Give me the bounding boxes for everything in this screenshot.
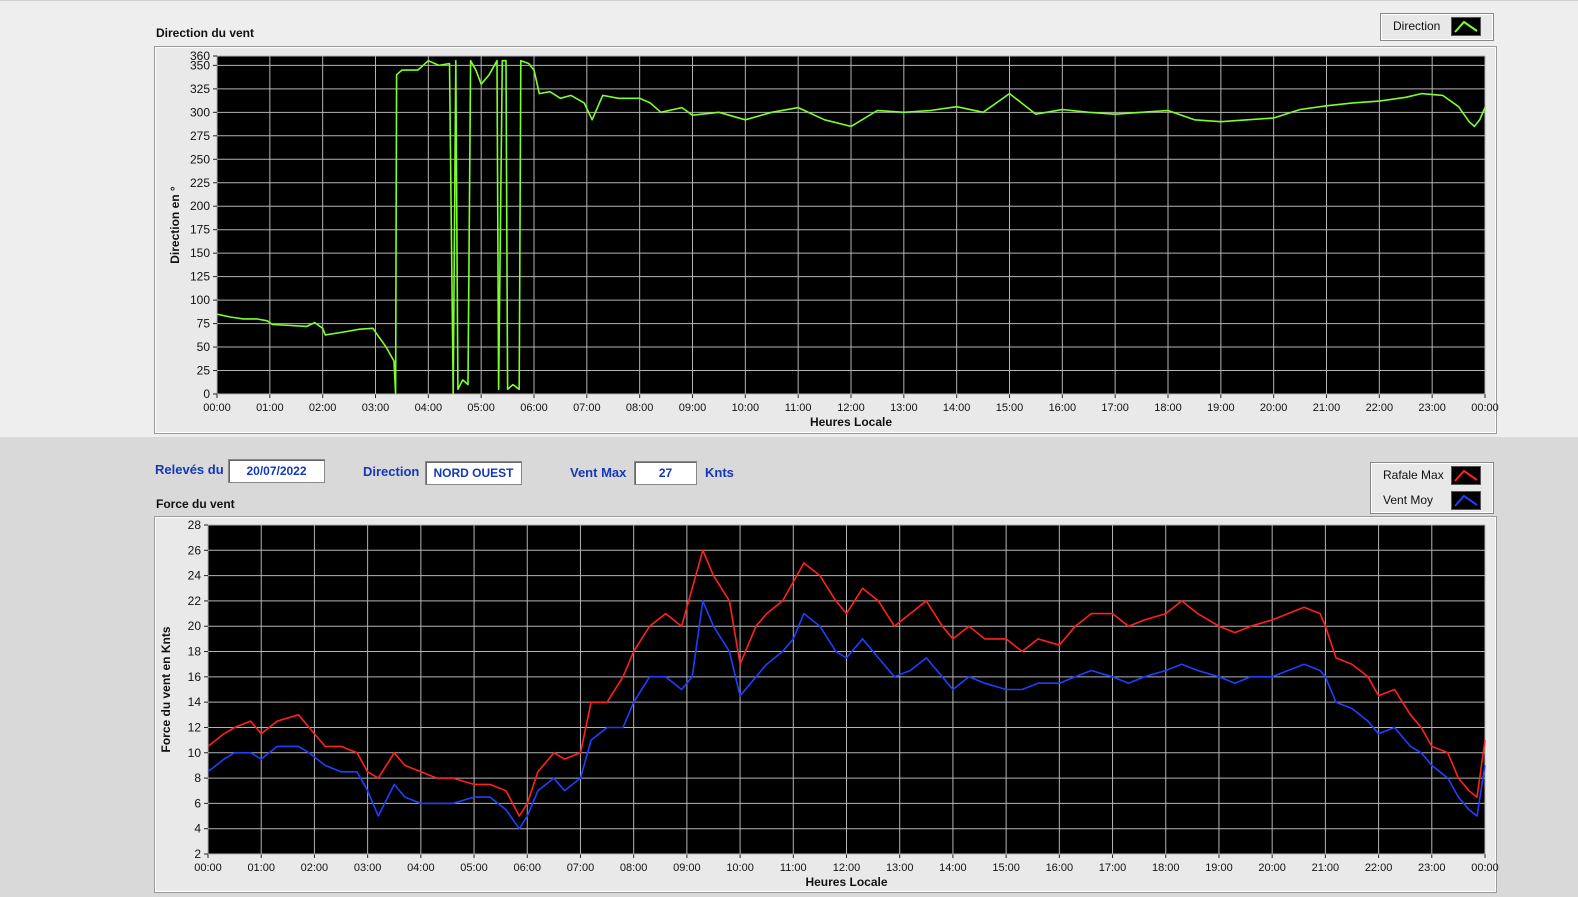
force-x-tick-label: 06:00 — [513, 862, 541, 874]
force-x-tick-label: 20:00 — [1258, 862, 1286, 874]
force-x-tick-label: 16:00 — [1046, 862, 1074, 874]
legend-label-ventmoy: Vent Moy — [1383, 493, 1434, 507]
legend-swatch-rafale — [1451, 466, 1481, 485]
force-x-axis-label: Heures Locale — [805, 875, 887, 889]
force-x-tick-label: 05:00 — [460, 862, 488, 874]
legend-swatch-ventmoy — [1451, 491, 1481, 510]
force-x-tick-label: 15:00 — [992, 862, 1020, 874]
force-x-tick-label: 18:00 — [1152, 862, 1180, 874]
force-x-tick-label: 23:00 — [1418, 862, 1446, 874]
force-x-tick-label: 04:00 — [407, 862, 435, 874]
force-y-tick-label: 10 — [188, 746, 202, 760]
force-x-tick-label: 11:00 — [780, 862, 807, 874]
force-x-tick-label: 12:00 — [833, 862, 861, 874]
force-y-tick-label: 22 — [188, 594, 202, 608]
force-x-tick-label: 10:00 — [726, 862, 754, 874]
legend-label-rafale: Rafale Max — [1383, 468, 1444, 482]
force-y-tick-label: 16 — [188, 670, 202, 684]
force-x-tick-label: 17:00 — [1099, 862, 1127, 874]
force-y-tick-label: 14 — [188, 695, 202, 709]
legend-item-rafale: Rafale Max — [1371, 463, 1493, 487]
force-chart: 00:00 01:00 02:00 03:00 04:00 05:00 06:00 07:00… — [159, 518, 1499, 889]
force-y-tick-label: 20 — [188, 619, 202, 633]
force-y-tick-label: 12 — [188, 720, 202, 734]
force-y-tick-label: 26 — [188, 543, 202, 557]
force-y-tick-label: 28 — [188, 518, 202, 532]
force-x-tick-label: 14:00 — [939, 862, 967, 874]
force-y-tick-label: 6 — [194, 796, 201, 810]
force-y-tick-label: 4 — [194, 822, 201, 836]
force-x-tick-label: 07:00 — [567, 862, 595, 874]
force-y-tick-label: 18 — [188, 645, 202, 659]
legend-item-ventmoy: Vent Moy — [1371, 488, 1493, 512]
force-y-tick-label: 2 — [194, 847, 201, 861]
force-x-tick-label: 03:00 — [354, 862, 382, 874]
force-x-tick-label: 00:00 — [194, 862, 222, 874]
force-x-tick-label: 09:00 — [673, 862, 701, 874]
force-y-tick-label: 8 — [194, 771, 201, 785]
force-x-tick-label: 02:00 — [301, 862, 329, 874]
force-x-tick-label: 08:00 — [620, 862, 648, 874]
force-x-tick-label: 21:00 — [1312, 862, 1340, 874]
force-y-axis-label: Force du vent en Knts — [159, 626, 173, 752]
force-x-tick-label: 00:00 — [1471, 862, 1499, 874]
force-x-tick-label: 22:00 — [1365, 862, 1393, 874]
force-x-tick-label: 01:00 — [247, 862, 275, 874]
force-legend: Rafale Max Vent Moy — [1370, 462, 1494, 514]
force-x-tick-label: 19:00 — [1205, 862, 1233, 874]
force-y-tick-label: 24 — [188, 569, 202, 583]
force-x-tick-label: 13:00 — [886, 862, 914, 874]
